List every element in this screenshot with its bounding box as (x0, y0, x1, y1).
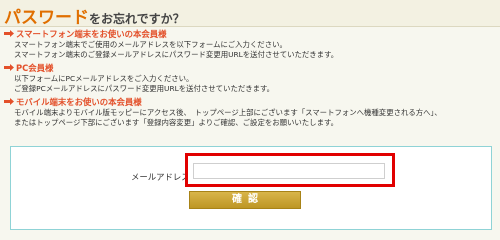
email-field-highlight (185, 153, 395, 187)
email-form: メールアドレス 確認 (10, 146, 492, 230)
section-heading: スマートフォン端末をお使いの本会員様 (4, 29, 496, 40)
pointing-hand-icon (4, 98, 14, 105)
section-text: スマートフォン端末のご登録メールアドレスにパスワード変更用URLを送付させていた… (14, 50, 339, 59)
section-pc: PC会員様 以下フォームにPCメールアドレスをご入力ください。 ご登録PCメール… (4, 63, 496, 94)
email-input[interactable] (193, 163, 385, 179)
pointing-hand-icon (4, 30, 14, 37)
page-title-sub: をお忘れですか？ (89, 12, 185, 26)
section-text: スマートフォン端末でご使用のメールアドレスを以下フォームにご入力ください。 (14, 40, 287, 49)
title-bar: パスワードをお忘れですか？ (0, 0, 500, 28)
section-text: 以下フォームにPCメールアドレスをご入力ください。 (14, 74, 194, 83)
section-text: またはトップページ下部にございます「登録内容変更」よりご確認、ご設定をお願いいた… (14, 118, 339, 127)
section-mobile: モバイル端末をお使いの本会員様 モバイル端末よりモバイル版モッピーにアクセス後、… (4, 97, 496, 128)
section-heading: モバイル端末をお使いの本会員様 (4, 97, 496, 108)
section-smartphone: スマートフォン端末をお使いの本会員様 スマートフォン端末でご使用のメールアドレス… (4, 29, 496, 60)
confirm-button[interactable]: 確認 (189, 191, 301, 209)
page-title: パスワードをお忘れですか？ (4, 3, 185, 28)
page-title-main: パスワード (4, 8, 89, 28)
pointing-hand-icon (4, 64, 14, 71)
email-label: メールアドレス (131, 172, 190, 182)
section-text: ご登録PCメールアドレスにパスワード変更用URLを送付させていただきます。 (14, 84, 275, 93)
section-text: モバイル端末よりモバイル版モッピーにアクセス後、 トップページ上部にございます「… (14, 108, 442, 117)
section-heading: PC会員様 (4, 63, 496, 74)
